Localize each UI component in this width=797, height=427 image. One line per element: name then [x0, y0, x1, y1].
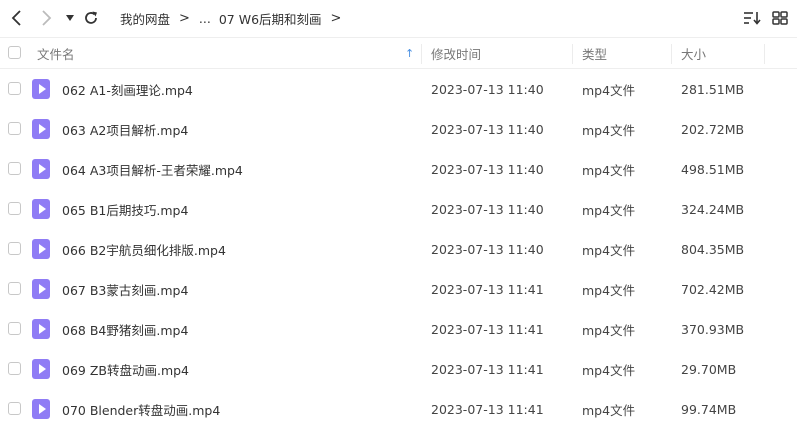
- file-size: 29.70MB: [681, 361, 737, 377]
- video-file-icon: [32, 119, 50, 139]
- file-row[interactable]: 070 Blender转盘动画.mp4 2023-07-13 11:41 mp4…: [0, 389, 797, 427]
- row-checkbox[interactable]: [8, 82, 21, 95]
- breadcrumb-current[interactable]: 07 W6后期和刻画: [219, 9, 322, 28]
- breadcrumb-ellipsis[interactable]: ...: [199, 11, 211, 26]
- sort-button[interactable]: [741, 8, 763, 28]
- breadcrumb-separator: >: [330, 10, 342, 26]
- file-size: 202.72MB: [681, 121, 745, 137]
- file-name[interactable]: 063 A2项目解析.mp4: [62, 109, 188, 149]
- file-modified: 2023-07-13 11:40: [431, 161, 544, 177]
- row-checkbox[interactable]: [8, 202, 21, 215]
- file-type: mp4文件: [582, 402, 636, 418]
- column-header-modified[interactable]: 修改时间: [431, 38, 481, 68]
- file-row[interactable]: 065 B1后期技巧.mp4 2023-07-13 11:40 mp4文件 32…: [0, 189, 797, 229]
- row-checkbox[interactable]: [8, 362, 21, 375]
- file-size: 498.51MB: [681, 161, 745, 177]
- file-list-header: 文件名 ↑ 修改时间 类型 大小: [0, 37, 797, 69]
- file-type: mp4文件: [582, 202, 636, 218]
- video-file-icon: [32, 79, 50, 99]
- row-checkbox[interactable]: [8, 322, 21, 335]
- file-row[interactable]: 062 A1-刻画理论.mp4 2023-07-13 11:40 mp4文件 2…: [0, 69, 797, 109]
- row-checkbox[interactable]: [8, 242, 21, 255]
- forward-button[interactable]: [34, 6, 58, 30]
- video-file-icon: [32, 159, 50, 179]
- video-file-icon: [32, 319, 50, 339]
- file-modified: 2023-07-13 11:41: [431, 401, 544, 417]
- file-type: mp4文件: [582, 242, 636, 258]
- grid-view-icon: [772, 11, 788, 25]
- row-checkbox[interactable]: [8, 282, 21, 295]
- file-row[interactable]: 069 ZB转盘动画.mp4 2023-07-13 11:41 mp4文件 29…: [0, 349, 797, 389]
- file-type: mp4文件: [582, 122, 636, 138]
- row-checkbox[interactable]: [8, 122, 21, 135]
- file-size: 324.24MB: [681, 201, 745, 217]
- file-size: 804.35MB: [681, 241, 745, 257]
- row-checkbox[interactable]: [8, 402, 21, 415]
- sort-ascending-icon[interactable]: ↑: [405, 38, 414, 68]
- video-file-icon: [32, 199, 50, 219]
- file-size: 281.51MB: [681, 81, 745, 97]
- file-name[interactable]: 068 B4野猪刻画.mp4: [62, 309, 188, 349]
- file-size: 99.74MB: [681, 401, 737, 417]
- file-modified: 2023-07-13 11:41: [431, 281, 544, 297]
- file-modified: 2023-07-13 11:40: [431, 81, 544, 97]
- file-modified: 2023-07-13 11:40: [431, 121, 544, 137]
- file-type: mp4文件: [582, 162, 636, 178]
- file-name[interactable]: 070 Blender转盘动画.mp4: [62, 389, 220, 427]
- back-button[interactable]: [5, 6, 29, 30]
- breadcrumb: 我的网盘 > ... 07 W6后期和刻画 >: [120, 0, 350, 36]
- caret-down-icon: [66, 15, 74, 21]
- file-name[interactable]: 064 A3项目解析-王者荣耀.mp4: [62, 149, 243, 189]
- file-type: mp4文件: [582, 82, 636, 98]
- file-modified: 2023-07-13 11:41: [431, 361, 544, 377]
- chevron-left-icon: [11, 10, 21, 26]
- refresh-icon: [85, 11, 97, 24]
- column-divider[interactable]: [671, 44, 672, 64]
- select-all-checkbox[interactable]: [8, 46, 21, 59]
- file-row[interactable]: 066 B2宇航员细化排版.mp4 2023-07-13 11:40 mp4文件…: [0, 229, 797, 269]
- file-size: 370.93MB: [681, 321, 745, 337]
- file-name[interactable]: 066 B2宇航员细化排版.mp4: [62, 229, 226, 269]
- video-file-icon: [32, 239, 50, 259]
- top-toolbar: 我的网盘 > ... 07 W6后期和刻画 >: [0, 0, 797, 36]
- refresh-button[interactable]: [79, 6, 103, 30]
- file-row[interactable]: 064 A3项目解析-王者荣耀.mp4 2023-07-13 11:40 mp4…: [0, 149, 797, 189]
- file-row[interactable]: 068 B4野猪刻画.mp4 2023-07-13 11:41 mp4文件 37…: [0, 309, 797, 349]
- column-header-size[interactable]: 大小: [681, 38, 706, 68]
- file-row[interactable]: 063 A2项目解析.mp4 2023-07-13 11:40 mp4文件 20…: [0, 109, 797, 149]
- grid-view-button[interactable]: [769, 8, 791, 28]
- column-header-type[interactable]: 类型: [582, 38, 607, 68]
- column-divider[interactable]: [572, 44, 573, 64]
- file-name[interactable]: 067 B3蒙古刻画.mp4: [62, 269, 188, 309]
- breadcrumb-separator: >: [179, 10, 190, 26]
- video-file-icon: [32, 279, 50, 299]
- breadcrumb-root[interactable]: 我的网盘: [120, 9, 170, 28]
- column-divider[interactable]: [421, 44, 422, 64]
- file-modified: 2023-07-13 11:40: [431, 241, 544, 257]
- file-type: mp4文件: [582, 362, 636, 378]
- file-name[interactable]: 069 ZB转盘动画.mp4: [62, 349, 189, 389]
- row-checkbox[interactable]: [8, 162, 21, 175]
- file-name[interactable]: 062 A1-刻画理论.mp4: [62, 69, 193, 109]
- file-modified: 2023-07-13 11:40: [431, 201, 544, 217]
- video-file-icon: [32, 399, 50, 419]
- chevron-right-icon: [42, 10, 52, 26]
- file-modified: 2023-07-13 11:41: [431, 321, 544, 337]
- file-size: 702.42MB: [681, 281, 745, 297]
- video-file-icon: [32, 359, 50, 379]
- file-row[interactable]: 067 B3蒙古刻画.mp4 2023-07-13 11:41 mp4文件 70…: [0, 269, 797, 309]
- sort-list-icon: [744, 12, 761, 25]
- column-divider[interactable]: [764, 44, 765, 64]
- file-name[interactable]: 065 B1后期技巧.mp4: [62, 189, 188, 229]
- column-header-name[interactable]: 文件名: [37, 38, 75, 68]
- file-type: mp4文件: [582, 282, 636, 298]
- file-type: mp4文件: [582, 322, 636, 338]
